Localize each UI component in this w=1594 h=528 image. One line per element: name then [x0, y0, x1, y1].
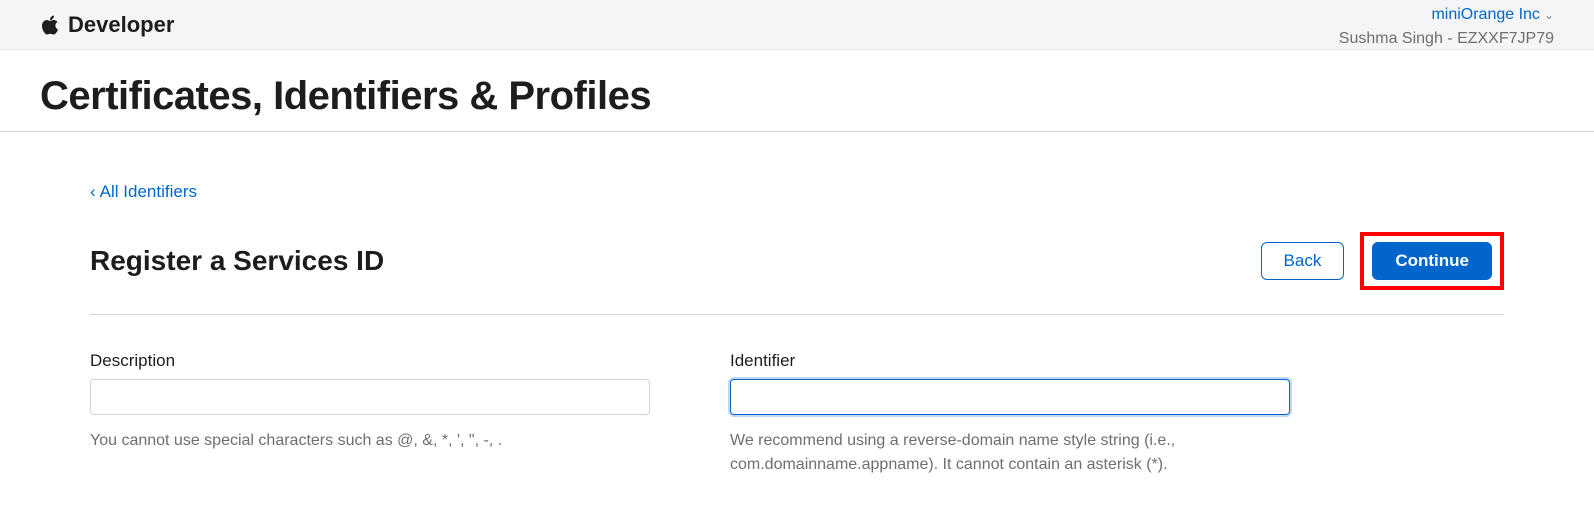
continue-button[interactable]: Continue [1372, 242, 1492, 280]
continue-highlight: Continue [1360, 232, 1504, 290]
chevron-left-icon: ‹ [90, 182, 96, 202]
sub-title: Register a Services ID [90, 245, 384, 277]
user-id-label: Sushma Singh - EZXXF7JP79 [1339, 28, 1554, 50]
apple-logo-icon [40, 13, 60, 37]
account-info: miniOrange Inc ⌄ Sushma Singh - EZXXF7JP… [1339, 0, 1554, 51]
team-selector[interactable]: miniOrange Inc ⌄ [1431, 4, 1554, 26]
page-title: Certificates, Identifiers & Profiles [40, 74, 1554, 119]
identifier-label: Identifier [730, 351, 1290, 371]
identifier-input[interactable] [730, 379, 1290, 415]
back-link-label: All Identifiers [100, 182, 197, 202]
back-button[interactable]: Back [1261, 242, 1345, 280]
page-title-section: Certificates, Identifiers & Profiles [0, 50, 1594, 132]
sub-header: Register a Services ID Back Continue [90, 232, 1504, 315]
top-bar: Developer miniOrange Inc ⌄ Sushma Singh … [0, 0, 1594, 50]
content: ‹ All Identifiers Register a Services ID… [0, 132, 1594, 477]
description-group: Description You cannot use special chara… [90, 351, 650, 477]
description-hint: You cannot use special characters such a… [90, 429, 650, 453]
brand-text: Developer [68, 12, 174, 38]
brand[interactable]: Developer [40, 0, 174, 38]
description-label: Description [90, 351, 650, 371]
team-name-label: miniOrange Inc [1431, 4, 1540, 26]
all-identifiers-link[interactable]: ‹ All Identifiers [90, 182, 197, 202]
button-row: Back Continue [1261, 232, 1504, 290]
chevron-down-icon: ⌄ [1544, 7, 1554, 24]
form-row: Description You cannot use special chara… [90, 351, 1504, 477]
identifier-hint: We recommend using a reverse-domain name… [730, 429, 1290, 477]
identifier-group: Identifier We recommend using a reverse-… [730, 351, 1290, 477]
description-input[interactable] [90, 379, 650, 415]
